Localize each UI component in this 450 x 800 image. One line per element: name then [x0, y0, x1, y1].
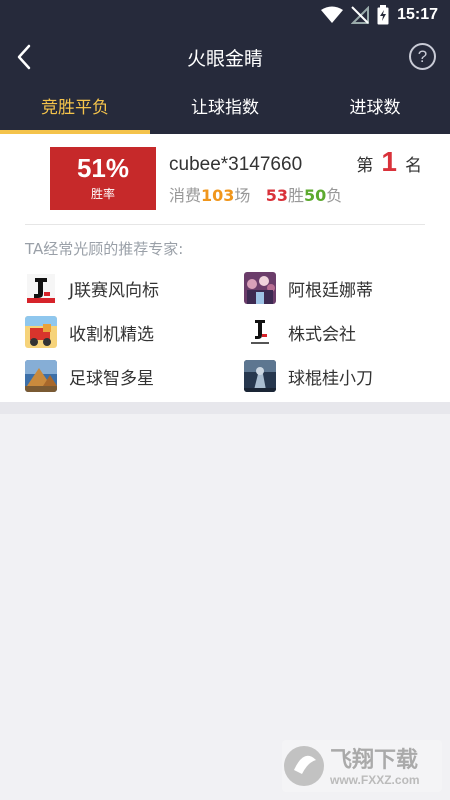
- experts-section-title: TA经常光顾的推荐专家:: [25, 240, 184, 258]
- crowd-photo-avatar: [244, 272, 276, 304]
- expert-name: 株式会社: [288, 324, 356, 345]
- tab-goals[interactable]: 进球数: [300, 84, 450, 134]
- expert-name: 足球智多星: [69, 368, 154, 389]
- status-bar: 15:17: [0, 0, 450, 30]
- rank-suffix: 名: [405, 156, 422, 176]
- tab-win-draw-lose[interactable]: 竞胜平负: [0, 84, 150, 134]
- app-header: 火眼金睛 ?: [0, 30, 450, 84]
- pyramid-photo-avatar: [25, 360, 57, 392]
- expert-item[interactable]: 足球智多星: [25, 360, 154, 392]
- watermark-logo: 飞翔下载 www.FXXZ.com: [282, 740, 442, 792]
- win-rate-label: 胜率: [90, 187, 115, 201]
- expert-item[interactable]: 株式会社: [244, 316, 356, 348]
- expert-name: 收割机精选: [69, 324, 154, 345]
- svg-text:飞翔下载: 飞翔下载: [330, 747, 418, 773]
- spend-count: 103: [201, 186, 235, 205]
- help-button[interactable]: ?: [409, 43, 436, 70]
- battery-charging-icon: [377, 5, 389, 25]
- record-stats: 消费103场 53胜50负: [169, 182, 342, 206]
- wins-count: 53: [265, 186, 288, 205]
- j-league-logo-white-avatar: [244, 316, 276, 348]
- expert-name: J联赛风向标: [69, 280, 160, 301]
- rank-prefix: 第: [356, 156, 374, 176]
- win-rate-badge: 51% 胜率: [50, 147, 156, 210]
- page-title: 火眼金睛: [186, 48, 263, 70]
- losses-count: 50: [303, 186, 327, 205]
- harvester-photo-avatar: [25, 316, 57, 348]
- status-icons: 15:17: [321, 4, 438, 26]
- losses-label: 负: [326, 186, 343, 205]
- status-time: 15:17: [397, 6, 438, 23]
- expert-item[interactable]: 收割机精选: [25, 316, 154, 348]
- username: cubee*3147660: [169, 154, 303, 175]
- svg-text:www.FXXZ.com: www.FXXZ.com: [329, 773, 420, 787]
- tab-handicap-index[interactable]: 让球指数: [150, 84, 300, 134]
- win-rate-value: 51%: [76, 153, 130, 183]
- expert-item[interactable]: 球棍桂小刀: [244, 360, 373, 392]
- tab-bar: 竞胜平负 让球指数 进球数: [0, 84, 450, 134]
- section-divider: [0, 402, 450, 414]
- j-league-logo-avatar: [25, 272, 57, 304]
- spend-suffix: 场: [234, 186, 251, 205]
- expert-item[interactable]: 阿根廷娜蒂: [244, 272, 373, 304]
- wins-label: 胜: [287, 186, 304, 205]
- rank-number: 1: [381, 146, 397, 177]
- wifi-icon: [321, 6, 344, 23]
- rank-display: 第 1 名: [356, 146, 422, 178]
- expert-item[interactable]: J联赛风向标: [25, 272, 159, 304]
- expert-name: 阿根廷娜蒂: [288, 280, 373, 301]
- expert-name: 球棍桂小刀: [288, 368, 373, 389]
- spend-prefix: 消费: [169, 186, 202, 205]
- profile-card: 51% 胜率 cubee*3147660 消费103场 53胜50负 第 1 名…: [0, 134, 450, 402]
- night-photo-avatar: [244, 360, 276, 392]
- divider: [25, 224, 425, 225]
- no-signal-icon: [351, 6, 370, 24]
